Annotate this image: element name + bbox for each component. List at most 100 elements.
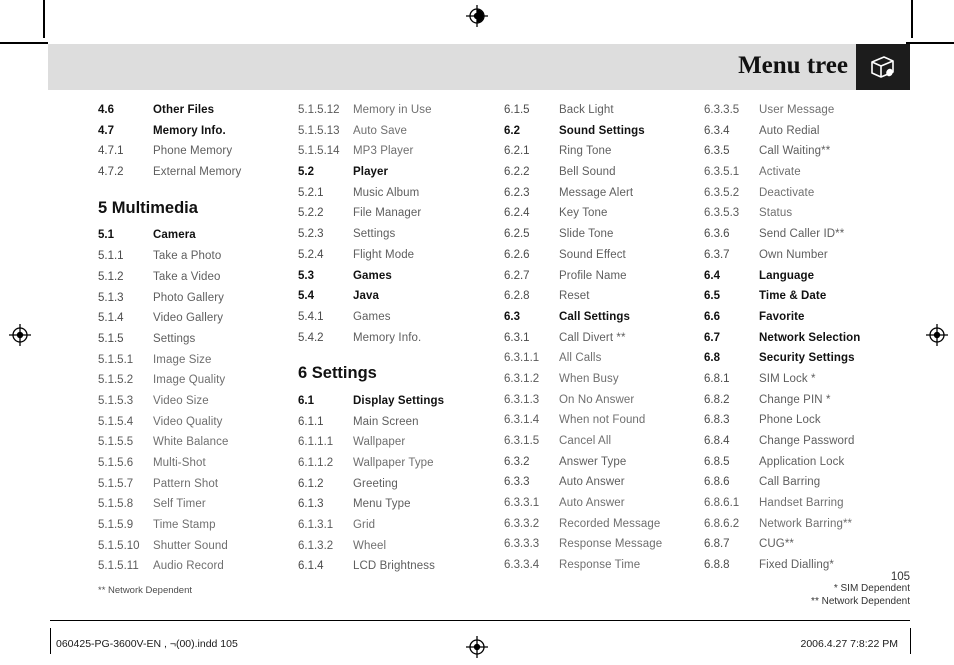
menu-entry-label: Photo Gallery — [153, 291, 224, 304]
menu-tree-entry: 6.1.1.1 Wallpaper — [298, 436, 503, 457]
menu-tree-entry: 6.8.3 Phone Lock — [704, 414, 909, 435]
menu-column-2: 5.1.5.12 Memory in Use 5.1.5.13 Auto Save 5.… — [298, 104, 503, 581]
menu-tree-entry: 5.2.4 Flight Mode — [298, 249, 503, 270]
menu-entry-number: 5.4.2 — [298, 331, 324, 344]
menu-entry-label: On No Answer — [559, 393, 635, 406]
menu-tree-entry: 6.2.1 Ring Tone — [504, 145, 709, 166]
menu-entry-label: Change Password — [759, 435, 855, 447]
menu-entry-number: 5.2.1 — [298, 186, 324, 199]
menu-tree-entry: 6.1.3.2 Wheel — [298, 540, 503, 561]
menu-entry-label: Profile Name — [559, 269, 627, 282]
menu-tree-entry: 6.2.3 Message Alert — [504, 187, 709, 208]
menu-tree-entry: 6.8 Security Settings — [704, 352, 909, 373]
menu-entry-label: Network Selection — [759, 331, 861, 344]
footnote-sim-dependent: * SIM Dependent — [833, 583, 910, 594]
menu-entry-number: 6.8.3 — [704, 414, 730, 427]
menu-entry-number: 5.1.3 — [98, 291, 124, 304]
menu-entry-label: Network Barring** — [759, 517, 853, 530]
menu-entry-number: 5.1.5.4 — [98, 415, 134, 428]
menu-entry-label: Music Album — [353, 186, 420, 199]
menu-tree-entry: 5.4.1 Games — [298, 311, 503, 332]
menu-entry-label: Sound Settings — [559, 124, 645, 137]
menu-entry-number: 6.8.6.1 — [704, 497, 740, 510]
menu-entry-number: 6.7 — [704, 331, 720, 344]
menu-entry-label: All Calls — [559, 352, 602, 365]
menu-entry-label: Other Files — [153, 104, 215, 116]
menu-entry-number: 6.2.6 — [504, 248, 530, 261]
menu-entry-number: 5.4.1 — [298, 310, 324, 323]
menu-entry-number: 6.2.7 — [504, 269, 530, 282]
menu-entry-number: 6.3.7 — [704, 248, 730, 261]
menu-tree-entry: 6.1 Display Settings — [298, 395, 503, 416]
menu-tree-entry: 6.3.3.3 Response Message — [504, 538, 709, 559]
menu-entry-number: 5.1.5.6 — [98, 457, 134, 469]
menu-entry-number: 6.2.2 — [504, 166, 530, 179]
menu-tree-entry: 6.8.5 Application Lock — [704, 456, 909, 477]
menu-tree-entry: 6.3.1.4 When not Found — [504, 414, 709, 435]
menu-entry-number: 5.1.5.2 — [98, 374, 134, 387]
menu-spacer — [298, 384, 503, 395]
menu-entry-number: 4.7 — [98, 124, 114, 137]
menu-entry-number: 6.3.1.3 — [504, 393, 540, 406]
menu-tree-entry: 6.2.2 Bell Sound — [504, 166, 709, 187]
menu-entry-label: Own Number — [759, 248, 828, 261]
menu-entry-label: SIM Lock * — [759, 372, 816, 385]
menu-tree-entry: 5.1.5 Settings — [98, 333, 303, 354]
menu-entry-label: Memory Info. — [153, 124, 226, 137]
menu-tree-entry: 6.3.1.2 When Busy — [504, 373, 709, 394]
menu-entry-label: Call Waiting** — [759, 145, 831, 158]
menu-entry-number: 6.6 — [704, 310, 720, 323]
menu-tree-entry: 5.2.2 File Manager — [298, 207, 503, 228]
slug-rule — [50, 620, 910, 621]
menu-entry-label: Wallpaper Type — [353, 457, 434, 469]
menu-entry-label: Greeting — [353, 477, 398, 490]
menu-tree-entry: 6.8.6 Call Barring — [704, 476, 909, 497]
menu-entry-label: Video Size — [153, 394, 209, 407]
menu-entry-label: Handset Barring — [759, 497, 844, 510]
menu-entry-number: 6.3.4 — [704, 124, 730, 137]
menu-tree-entry: 6.3.5.3 Status — [704, 207, 909, 228]
page-title: Menu tree — [738, 52, 848, 79]
menu-entry-number: 4.7.1 — [98, 145, 124, 158]
menu-entry-label: Games — [353, 269, 392, 282]
menu-tree-entry: 5.1.5.6 Multi-Shot — [98, 457, 303, 478]
menu-entry-label: Shutter Sound — [153, 539, 228, 552]
menu-entry-number: 5.1.5.8 — [98, 498, 134, 511]
menu-entry-number: 6.1.5 — [504, 104, 530, 116]
menu-tree-entry: 5.1.5.1 Image Size — [98, 354, 303, 375]
menu-entry-label: Video Quality — [153, 415, 223, 428]
menu-entry-label: Phone Lock — [759, 414, 821, 427]
menu-entry-label: Display Settings — [353, 394, 445, 407]
menu-tree-entry: 6.1.1 Main Screen — [298, 416, 503, 437]
menu-entry-number: 5.1.5.14 — [298, 145, 340, 158]
menu-tree-columns: 4.6 Other Files 4.7 Memory Info. 4.7.1 Phone … — [0, 104, 954, 584]
menu-entry-number: 5.2 — [298, 166, 314, 179]
menu-entry-label: Games — [353, 310, 391, 323]
menu-entry-number: 6.1.3 — [298, 498, 324, 511]
menu-entry-number: 6.8 — [704, 352, 720, 365]
menu-entry-label: Reset — [559, 290, 590, 303]
menu-entry-label: Auto Answer — [559, 497, 625, 510]
menu-tree-entry: 6.2.8 Reset — [504, 290, 709, 311]
header-icon-box — [856, 44, 910, 90]
menu-entry-number: 6.3.1.5 — [504, 435, 540, 447]
menu-entry-number: 5.3 — [298, 269, 314, 282]
menu-entry-number: 6.3.3.4 — [504, 559, 540, 572]
menu-entry-label: Bell Sound — [559, 166, 616, 179]
menu-entry-number: 6.1.3.2 — [298, 539, 334, 552]
menu-entry-number: 4.7.2 — [98, 166, 124, 179]
menu-entry-label: Wallpaper — [353, 436, 406, 449]
registration-mark-bottom-center — [465, 635, 489, 659]
menu-entry-number: 6.1 — [298, 394, 314, 407]
menu-entry-number: 5.2.4 — [298, 248, 324, 261]
menu-entry-label: Take a Video — [153, 270, 221, 283]
menu-tree-entry: 6.1.4 LCD Brightness — [298, 560, 503, 581]
slug-timestamp: 2006.4.27 7:8:22 PM — [800, 638, 899, 650]
menu-entry-label: Fixed Dialling* — [759, 559, 835, 572]
menu-entry-number: 6.1.2 — [298, 477, 324, 490]
menu-entry-label: Security Settings — [759, 352, 855, 365]
menu-entry-label: Sound Effect — [559, 248, 626, 261]
crop-mark-top-right-vertical — [911, 0, 913, 38]
menu-tree-entry: 5.1.5.3 Video Size — [98, 395, 303, 416]
menu-tree-entry: 4.7 Memory Info. — [98, 125, 303, 146]
